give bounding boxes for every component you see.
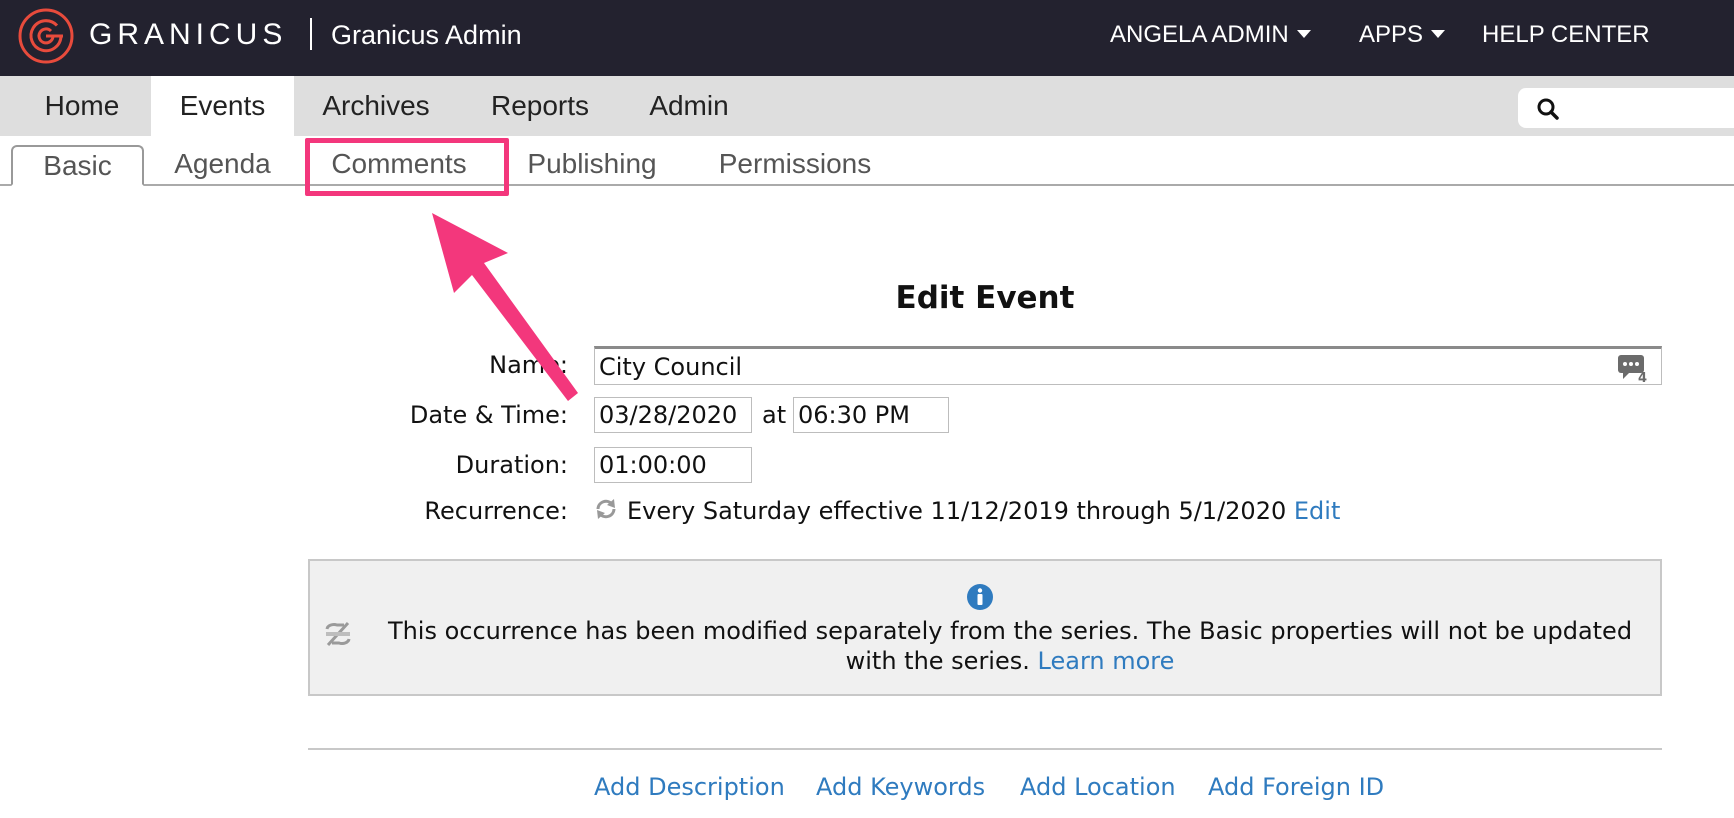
duration-label: Duration: — [455, 451, 568, 479]
recurrence-text: Every Saturday effective 11/12/2019 thro… — [627, 497, 1287, 525]
tab-agenda[interactable]: Agenda — [160, 145, 285, 186]
help-center-link[interactable]: HELP CENTER — [1482, 19, 1650, 51]
recurrence-summary: Every Saturday effective 11/12/2019 thro… — [627, 495, 1340, 527]
add-keywords-link[interactable]: Add Keywords — [816, 771, 985, 803]
duration-field[interactable] — [599, 448, 751, 482]
apps-menu[interactable]: APPS — [1359, 19, 1446, 51]
user-menu-label: ANGELA ADMIN — [1110, 21, 1289, 48]
nav-admin[interactable]: Admin — [634, 76, 744, 136]
chevron-down-icon — [1431, 29, 1446, 38]
app-title[interactable]: Granicus Admin — [331, 17, 522, 53]
add-description-link[interactable]: Add Description — [594, 771, 785, 803]
page-title: Edit Event — [895, 280, 1075, 316]
granicus-logo-icon[interactable] — [17, 7, 75, 65]
search-input[interactable] — [1566, 94, 1734, 122]
name-field-container: 4 — [594, 346, 1662, 385]
search-box — [1518, 88, 1734, 128]
tab-permissions[interactable]: Permissions — [710, 145, 880, 186]
duration-field-container — [594, 447, 752, 483]
date-field-container — [594, 397, 752, 433]
nav-archives[interactable]: Archives — [308, 76, 444, 136]
add-foreign-id-link[interactable]: Add Foreign ID — [1208, 771, 1384, 803]
name-field[interactable] — [599, 349, 1661, 384]
add-location-link[interactable]: Add Location — [1020, 771, 1176, 803]
comment-count-icon[interactable]: 4 — [1617, 353, 1651, 383]
time-field-container — [793, 397, 949, 433]
user-menu[interactable]: ANGELA ADMIN — [1110, 19, 1311, 51]
detached-series-icon — [325, 621, 351, 647]
chevron-down-icon — [1296, 29, 1311, 38]
tab-publishing[interactable]: Publishing — [516, 145, 668, 186]
comment-count: 4 — [1638, 371, 1647, 383]
apps-menu-label: APPS — [1359, 21, 1424, 48]
section-divider — [308, 748, 1662, 750]
date-field[interactable] — [599, 398, 751, 432]
nav-reports[interactable]: Reports — [470, 76, 610, 136]
sub-tabs: Basic Agenda Comments Publishing Permiss… — [0, 136, 1734, 186]
recurrence-icon — [596, 499, 616, 519]
tab-basic[interactable]: Basic — [11, 145, 144, 186]
notice-text: This occurrence has been modified separa… — [370, 616, 1650, 676]
nav-home[interactable]: Home — [18, 76, 146, 136]
top-bar: GRANICUS Granicus Admin ANGELA ADMIN APP… — [0, 0, 1734, 76]
main-nav: Home Events Archives Reports Admin — [0, 76, 1734, 136]
info-icon — [967, 584, 993, 610]
series-modified-notice: This occurrence has been modified separa… — [308, 559, 1662, 696]
logo-wordmark: GRANICUS — [89, 18, 288, 51]
notice-line-2: with the series. — [845, 647, 1030, 675]
recurrence-label: Recurrence: — [424, 497, 568, 525]
logo-divider — [310, 18, 312, 50]
notice-line-1: This occurrence has been modified separa… — [387, 617, 1633, 645]
nav-events[interactable]: Events — [151, 76, 294, 136]
search-icon[interactable] — [1536, 97, 1560, 121]
recurrence-edit-link[interactable]: Edit — [1294, 497, 1340, 525]
at-label: at — [762, 401, 787, 429]
pointer-arrow-icon — [432, 213, 578, 401]
learn-more-link[interactable]: Learn more — [1038, 647, 1175, 675]
tab-comments[interactable]: Comments — [315, 145, 483, 186]
time-field[interactable] — [798, 398, 948, 432]
